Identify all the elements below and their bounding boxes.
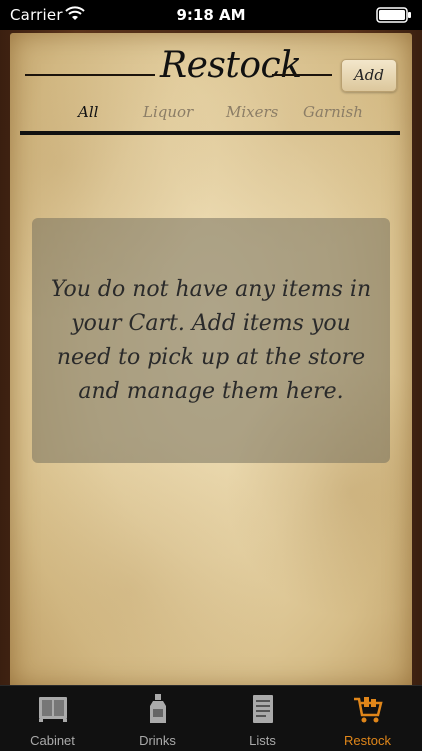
tab-all[interactable]: All [78, 103, 98, 121]
title-rule-left [25, 74, 155, 76]
empty-state-panel: You do not have any items in your Cart. … [32, 218, 390, 463]
tab-liquor[interactable]: Liquor [143, 103, 193, 121]
bottle-icon [150, 694, 166, 723]
battery-icon [376, 7, 411, 23]
tab-restock[interactable]: Restock [315, 686, 420, 751]
status-bar: Carrier 9:18 AM [0, 0, 422, 30]
empty-state-message: You do not have any items in your Cart. … [50, 276, 372, 404]
tab-cabinet[interactable]: Cabinet [0, 686, 105, 751]
cabinet-icon [39, 697, 67, 722]
clock: 9:18 AM [176, 6, 246, 24]
tab-drinks-label: Drinks [139, 733, 176, 748]
tab-bar: Cabinet Drinks Lists Restock [0, 685, 422, 751]
page-title: Restock [160, 45, 302, 86]
paper-background: Restock Add All Liquor Mixers Garnish Yo… [10, 33, 412, 685]
tabs-divider [20, 131, 400, 135]
tab-drinks[interactable]: Drinks [105, 686, 210, 751]
tab-mixers[interactable]: Mixers [226, 103, 278, 121]
title-rule-right [272, 74, 332, 76]
filter-tabs: All Liquor Mixers Garnish [20, 103, 410, 133]
tab-garnish[interactable]: Garnish [303, 103, 363, 121]
tab-lists-label: Lists [249, 733, 276, 748]
tab-cabinet-label: Cabinet [30, 733, 75, 748]
add-button[interactable]: Add [341, 59, 397, 92]
content-area: Restock Add All Liquor Mixers Garnish Yo… [0, 30, 422, 685]
list-icon [253, 695, 273, 723]
tab-lists[interactable]: Lists [210, 686, 315, 751]
cart-icon [354, 697, 383, 723]
tab-restock-label: Restock [344, 733, 391, 748]
